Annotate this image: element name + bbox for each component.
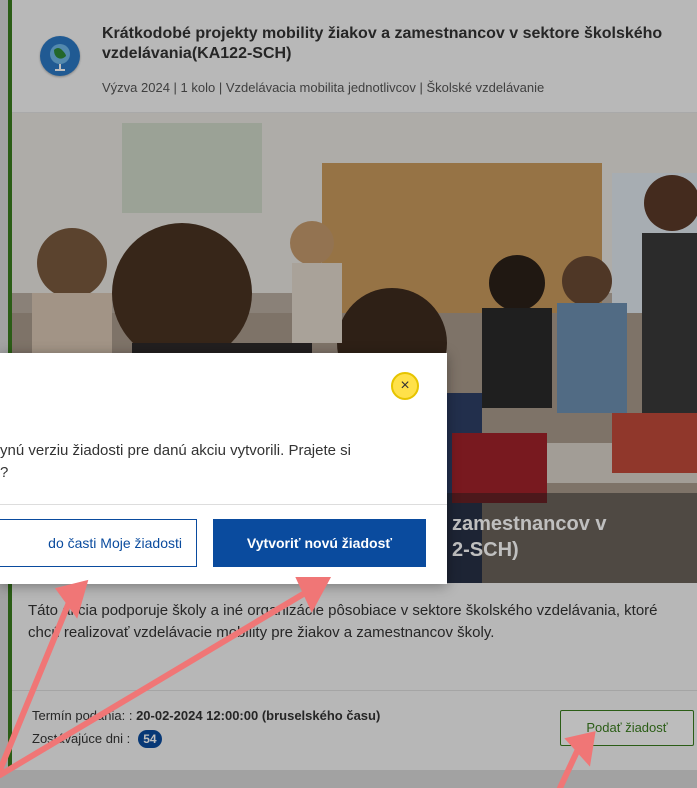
dialog-message: ynú verziu žiadosti pre danú akciu vytvo… bbox=[0, 442, 351, 481]
create-new-application-button[interactable]: Vytvoriť novú žiadosť bbox=[213, 519, 426, 567]
go-to-my-applications-button[interactable]: do časti Moje žiadosti bbox=[0, 519, 197, 567]
dialog-divider bbox=[0, 504, 447, 505]
close-icon[interactable]: × bbox=[391, 372, 419, 400]
